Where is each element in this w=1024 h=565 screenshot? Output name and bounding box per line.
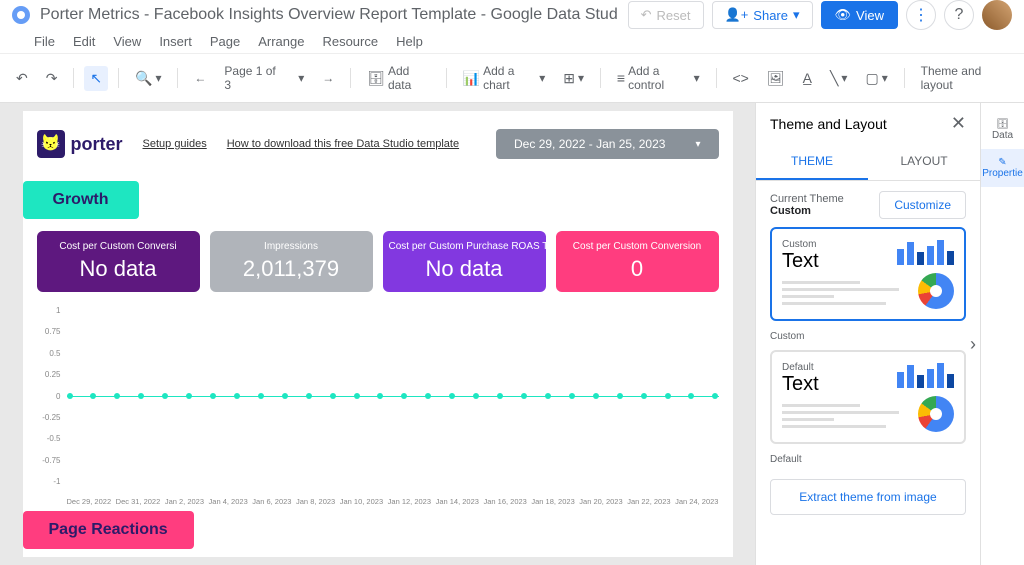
reset-label: Reset <box>657 8 691 23</box>
shape-icon: ▢ <box>865 70 878 87</box>
pointer-icon: ↖ <box>90 70 102 87</box>
text-button[interactable]: A̲ <box>797 66 818 90</box>
chart-icon: 📊 <box>463 70 480 87</box>
document-title: Porter Metrics - Facebook Insights Overv… <box>40 6 628 24</box>
datastudio-logo[interactable] <box>12 6 30 24</box>
scorecard-1[interactable]: Cost per Custom ConversiNo data <box>37 231 200 292</box>
menu-resource[interactable]: Resource <box>322 34 378 49</box>
time-series-chart[interactable]: 10.750.50.250-0.25-0.5-0.75-1 Dec 29, 20… <box>47 306 719 506</box>
current-theme-label: Current Theme <box>770 193 844 205</box>
tab-layout[interactable]: LAYOUT <box>868 144 980 180</box>
current-theme-value: Custom <box>770 205 844 217</box>
report-page: porter Setup guides How to download this… <box>23 111 733 557</box>
more-button[interactable]: ⋮ <box>906 0 936 30</box>
zoom-tool[interactable]: 🔍▾ <box>129 66 167 91</box>
slider-icon: ≡ <box>617 70 625 86</box>
panel-title: Theme and Layout <box>770 116 887 132</box>
text-icon: A̲ <box>803 70 812 86</box>
line-button[interactable]: ╲▾ <box>824 66 853 91</box>
community-viz-button[interactable]: ⊞▾ <box>557 66 590 91</box>
porter-logo: porter <box>37 130 123 158</box>
share-label: Share <box>753 8 788 23</box>
image-button[interactable]: 🖼 <box>761 66 791 91</box>
next-page[interactable]: → <box>316 67 340 89</box>
page-dropdown[interactable]: ▾ <box>292 67 310 89</box>
undo-icon: ↶ <box>16 70 28 87</box>
menu-page[interactable]: Page <box>210 34 240 49</box>
tab-theme[interactable]: THEME <box>756 144 868 180</box>
grid-icon: ⊞ <box>563 70 575 87</box>
menu-help[interactable]: Help <box>396 34 423 49</box>
rail-data[interactable]: 🗄Data <box>981 111 1024 149</box>
card-default-label: Default <box>770 454 966 465</box>
chevron-right-icon[interactable]: › <box>970 334 976 355</box>
scorecard-3[interactable]: Cost per Custom Purchase ROAS Total Mana… <box>383 231 546 292</box>
property-rail: 🗄Data ✎Propertie <box>980 103 1024 565</box>
theme-card-custom[interactable]: Custom Text <box>770 227 966 321</box>
how-to-link[interactable]: How to download this free Data Studio te… <box>227 138 459 150</box>
data-points <box>67 393 719 399</box>
customize-button[interactable]: Customize <box>879 191 966 219</box>
add-data-button[interactable]: 🗄Add data <box>361 60 436 96</box>
database-icon: 🗄 <box>367 70 385 87</box>
reset-button[interactable]: ↶ Reset <box>628 1 704 29</box>
rail-properties[interactable]: ✎Propertie <box>981 149 1024 187</box>
line-icon: ╲ <box>830 70 838 87</box>
menu-edit[interactable]: Edit <box>73 34 95 49</box>
card-custom-label: Custom <box>770 331 966 342</box>
close-panel-button[interactable]: ✕ <box>951 113 966 134</box>
page-indicator[interactable]: Page 1 of 3 <box>218 60 286 96</box>
eye-icon: 👁 <box>835 7 852 23</box>
theme-card-default[interactable]: Default Text <box>770 350 966 444</box>
redo-button[interactable]: ↷ <box>40 66 64 91</box>
y-axis: 10.750.50.250-0.25-0.5-0.75-1 <box>41 306 61 486</box>
theme-layout-button[interactable]: Theme and layout <box>915 60 1014 96</box>
view-label: View <box>856 8 884 23</box>
zoom-icon: 🔍 <box>135 70 152 87</box>
menu-file[interactable]: File <box>34 34 55 49</box>
add-control-button[interactable]: ≡Add a control ▾ <box>611 60 706 96</box>
database-icon: 🗄 <box>981 119 1024 130</box>
setup-guides-link[interactable]: Setup guides <box>143 138 207 150</box>
share-button[interactable]: 👤+ Share ▾ <box>712 1 813 29</box>
image-icon: 🖼 <box>767 70 785 87</box>
view-button[interactable]: 👁 View <box>821 1 898 29</box>
embed-button[interactable]: <> <box>727 66 755 90</box>
x-axis: Dec 29, 2022Dec 31, 2022Jan 2, 2023Jan 4… <box>67 497 719 506</box>
theme-panel: Theme and Layout ✕ THEME LAYOUT Current … <box>755 103 980 565</box>
toolbar: ↶ ↷ ↖ 🔍▾ ← Page 1 of 3 ▾ → 🗄Add data 📊Ad… <box>0 54 1024 103</box>
shape-button[interactable]: ▢▾ <box>859 66 893 91</box>
date-range-picker[interactable]: Dec 29, 2022 - Jan 25, 2023 <box>496 129 718 159</box>
prev-page[interactable]: ← <box>188 67 212 89</box>
help-button[interactable]: ? <box>944 0 974 30</box>
canvas-area[interactable]: porter Setup guides How to download this… <box>0 103 755 565</box>
undo-button[interactable]: ↶ <box>10 66 34 91</box>
section-reactions: Page Reactions <box>23 511 194 549</box>
extract-theme-button[interactable]: Extract theme from image <box>770 479 966 515</box>
scorecard-4[interactable]: Cost per Custom Conversion0 <box>556 231 719 292</box>
embed-icon: <> <box>733 70 749 86</box>
share-icon: 👤+ <box>725 7 749 23</box>
menubar: File Edit View Insert Page Arrange Resou… <box>0 30 1024 54</box>
menu-view[interactable]: View <box>113 34 141 49</box>
porter-icon <box>37 130 65 158</box>
redo-icon: ↷ <box>46 70 58 87</box>
avatar[interactable] <box>982 0 1012 30</box>
section-growth: Growth <box>23 181 139 219</box>
pencil-icon: ✎ <box>981 157 1024 168</box>
pointer-tool[interactable]: ↖ <box>84 66 108 91</box>
scorecard-2[interactable]: Impressions2,011,379 <box>210 231 373 292</box>
menu-arrange[interactable]: Arrange <box>258 34 304 49</box>
add-chart-button[interactable]: 📊Add a chart ▾ <box>457 60 552 96</box>
menu-insert[interactable]: Insert <box>159 34 192 49</box>
